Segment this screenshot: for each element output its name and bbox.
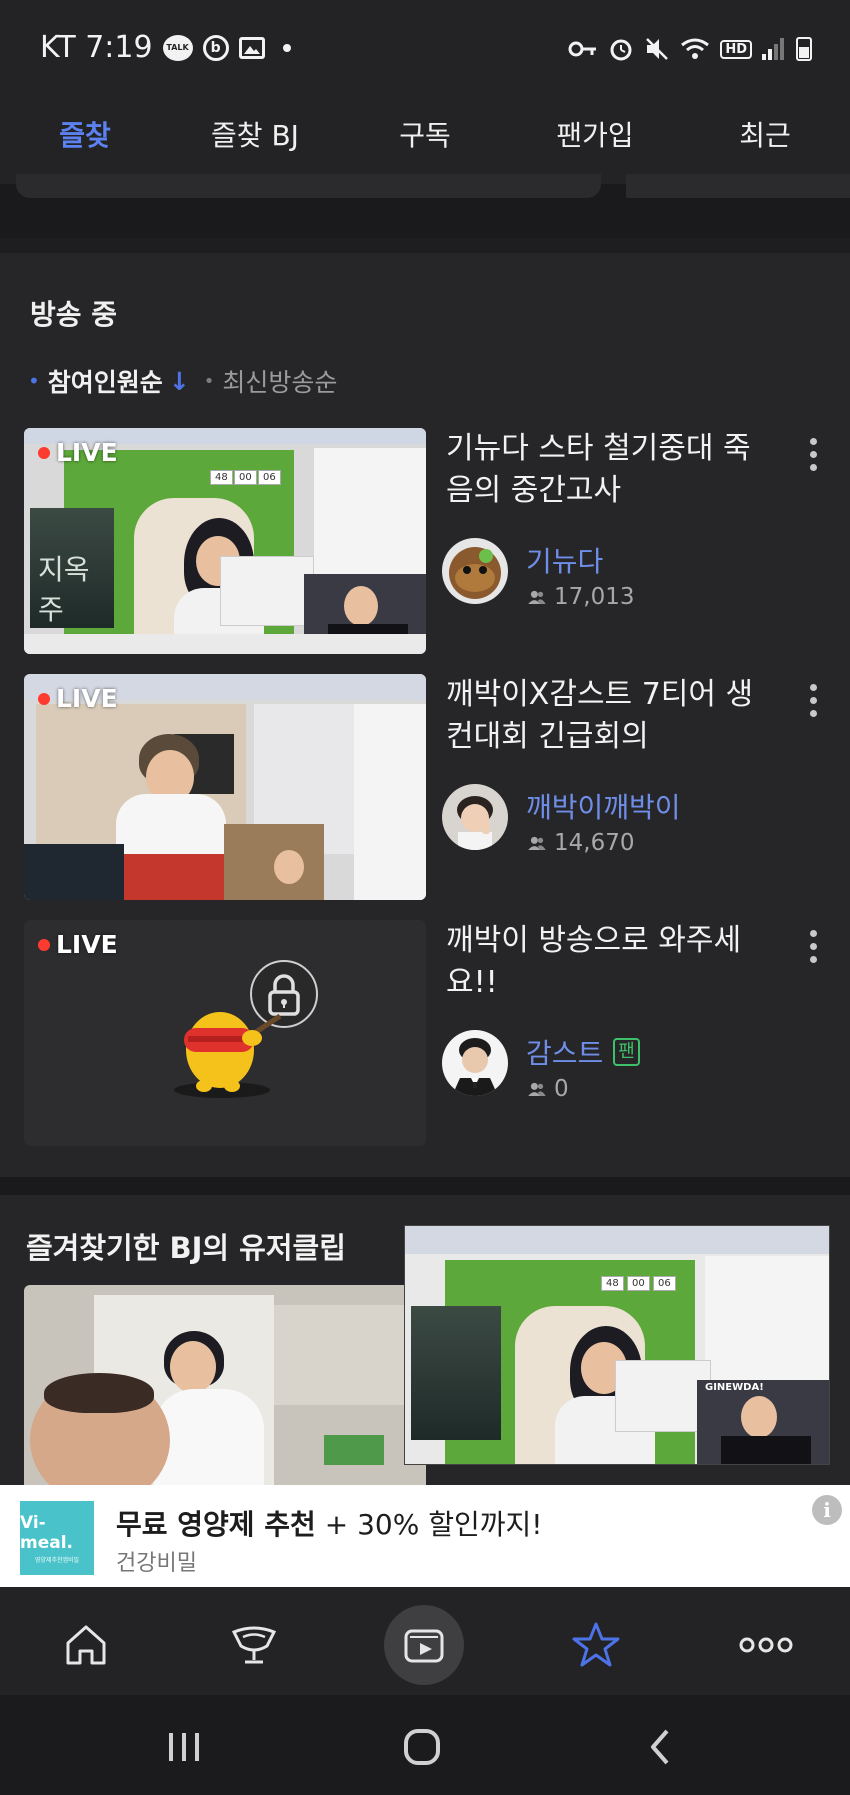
home-icon — [66, 1625, 106, 1665]
more-icon — [739, 1637, 793, 1653]
stream-thumbnail[interactable]: LIVE — [24, 674, 426, 900]
stream-title[interactable]: 깨박이 방송으로 와주세요!! — [446, 920, 776, 1004]
kakaotalk-icon: TALK — [162, 34, 193, 61]
wifi-icon — [681, 38, 710, 59]
back-button[interactable] — [630, 1717, 690, 1777]
stream-thumbnail[interactable]: 지옥주 48 00 06 LIVE — [24, 428, 426, 654]
gallery-icon — [238, 36, 265, 59]
play-icon — [404, 1629, 444, 1663]
live-item[interactable]: LIVE 깨박이 방송으로 와주세요!! 감스트 팬 0 — [24, 920, 826, 1146]
sort-by-viewers[interactable]: 참여인원순 — [48, 363, 163, 399]
nav-favorites[interactable] — [556, 1605, 636, 1685]
more-options-icon[interactable] — [810, 438, 820, 471]
bj-name[interactable]: 감스트 팬 — [526, 1032, 640, 1072]
nav-ranking[interactable] — [214, 1605, 294, 1685]
live-item[interactable]: 지옥주 48 00 06 LIVE 기뉴다 스타 철기중대 죽음의 중간고사 기… — [24, 428, 826, 654]
section-title: 방송 중 — [30, 298, 118, 331]
scrolled-card[interactable] — [626, 174, 850, 198]
viewers-icon — [528, 1082, 546, 1096]
bj-avatar[interactable] — [442, 784, 508, 850]
live-badge: LIVE — [38, 684, 118, 713]
live-section: 방송 중 • 참여인원순 ↓ • 최신방송순 지옥주 48 00 06 LIVE… — [0, 253, 850, 1177]
tab-fan-join[interactable]: 팬가입 — [510, 100, 680, 184]
hd-voice-icon: HD — [720, 39, 752, 59]
fan-badge: 팬 — [613, 1038, 640, 1066]
nav-more[interactable] — [726, 1605, 806, 1685]
viewer-count: 14,670 — [526, 830, 634, 856]
bj-name[interactable]: 깨박이깨박이 — [526, 786, 681, 826]
viewers-icon — [528, 836, 546, 850]
b-app-icon: b — [202, 34, 229, 61]
notification-dot-icon — [282, 43, 291, 52]
section-title: 즐겨찾기한 BJ의 유저클립 — [26, 1231, 346, 1265]
mascot-icon — [184, 1012, 282, 1092]
tab-recent[interactable]: 최근 — [680, 100, 850, 184]
viewer-count: 17,013 — [526, 584, 634, 610]
nav-home[interactable] — [46, 1605, 126, 1685]
recent-apps-button[interactable] — [154, 1717, 214, 1777]
live-item[interactable]: LIVE 깨박이X감스트 7티어 생컨대회 긴급회의 깨박이깨박이 14,670 — [24, 674, 826, 900]
system-home-icon — [404, 1729, 440, 1765]
ad-info-icon[interactable]: i — [812, 1495, 842, 1525]
ad-banner[interactable]: Vi-meal. 영양제추천앱비밀 무료 영양제 추천 + 30% 할인까지! … — [0, 1485, 850, 1587]
stream-thumbnail-locked[interactable]: LIVE — [24, 920, 426, 1146]
tab-favorites[interactable]: 즐찾 — [0, 100, 170, 184]
home-button[interactable] — [392, 1717, 452, 1777]
recent-apps-icon — [169, 1733, 199, 1761]
nav-video[interactable] — [384, 1605, 464, 1685]
battery-icon — [796, 37, 812, 61]
more-options-icon[interactable] — [810, 930, 820, 963]
sort-by-latest[interactable]: 최신방송순 — [222, 363, 337, 399]
system-navigation — [0, 1695, 850, 1795]
poster-text: 지옥주 — [38, 553, 90, 626]
bj-name[interactable]: 기뉴다 — [526, 540, 603, 580]
top-tabs: 즐찾 즐찾 BJ 구독 팬가입 최근 — [0, 100, 850, 184]
bj-avatar[interactable] — [442, 538, 508, 604]
live-badge: LIVE — [38, 930, 118, 959]
more-options-icon[interactable] — [810, 684, 820, 717]
ad-title[interactable]: 무료 영양제 추천 + 30% 할인까지! — [116, 1503, 543, 1543]
ad-sponsor: 건강비밀 — [116, 1551, 197, 1576]
viewers-icon — [528, 590, 546, 604]
sort-options: • 참여인원순 ↓ • 최신방송순 — [28, 363, 337, 399]
bj-avatar[interactable] — [442, 1030, 508, 1096]
key-icon — [568, 41, 597, 57]
previous-cards-strip — [0, 174, 850, 238]
alarm-icon — [610, 39, 632, 61]
sort-direction-icon[interactable]: ↓ — [169, 367, 190, 396]
clip-thumbnail[interactable] — [24, 1285, 426, 1485]
star-icon — [572, 1622, 620, 1667]
mute-icon — [646, 38, 669, 60]
brand-tag: GINEWDA! — [705, 1382, 764, 1393]
live-badge: LIVE — [38, 438, 118, 467]
back-icon — [651, 1729, 669, 1765]
stream-title[interactable]: 깨박이X감스트 7티어 생컨대회 긴급회의 — [446, 674, 776, 758]
viewer-count: 0 — [526, 1076, 569, 1102]
pip-player[interactable]: 48 00 06 GINEWDA! — [404, 1225, 830, 1465]
stream-title[interactable]: 기뉴다 스타 철기중대 죽음의 중간고사 — [446, 428, 776, 512]
trophy-icon — [231, 1626, 277, 1664]
section-divider — [0, 1177, 850, 1195]
bottom-navigation — [0, 1587, 850, 1695]
signal-icon — [762, 38, 784, 60]
scrolled-card[interactable] — [16, 174, 601, 198]
tab-favorite-bj[interactable]: 즐찾 BJ — [170, 100, 340, 184]
status-bar: KT 7:19 TALK b HD — [0, 0, 850, 100]
tab-subscriptions[interactable]: 구독 — [340, 100, 510, 184]
ad-logo: Vi-meal. 영양제추천앱비밀 — [20, 1501, 94, 1575]
status-time: KT 7:19 — [40, 30, 153, 65]
